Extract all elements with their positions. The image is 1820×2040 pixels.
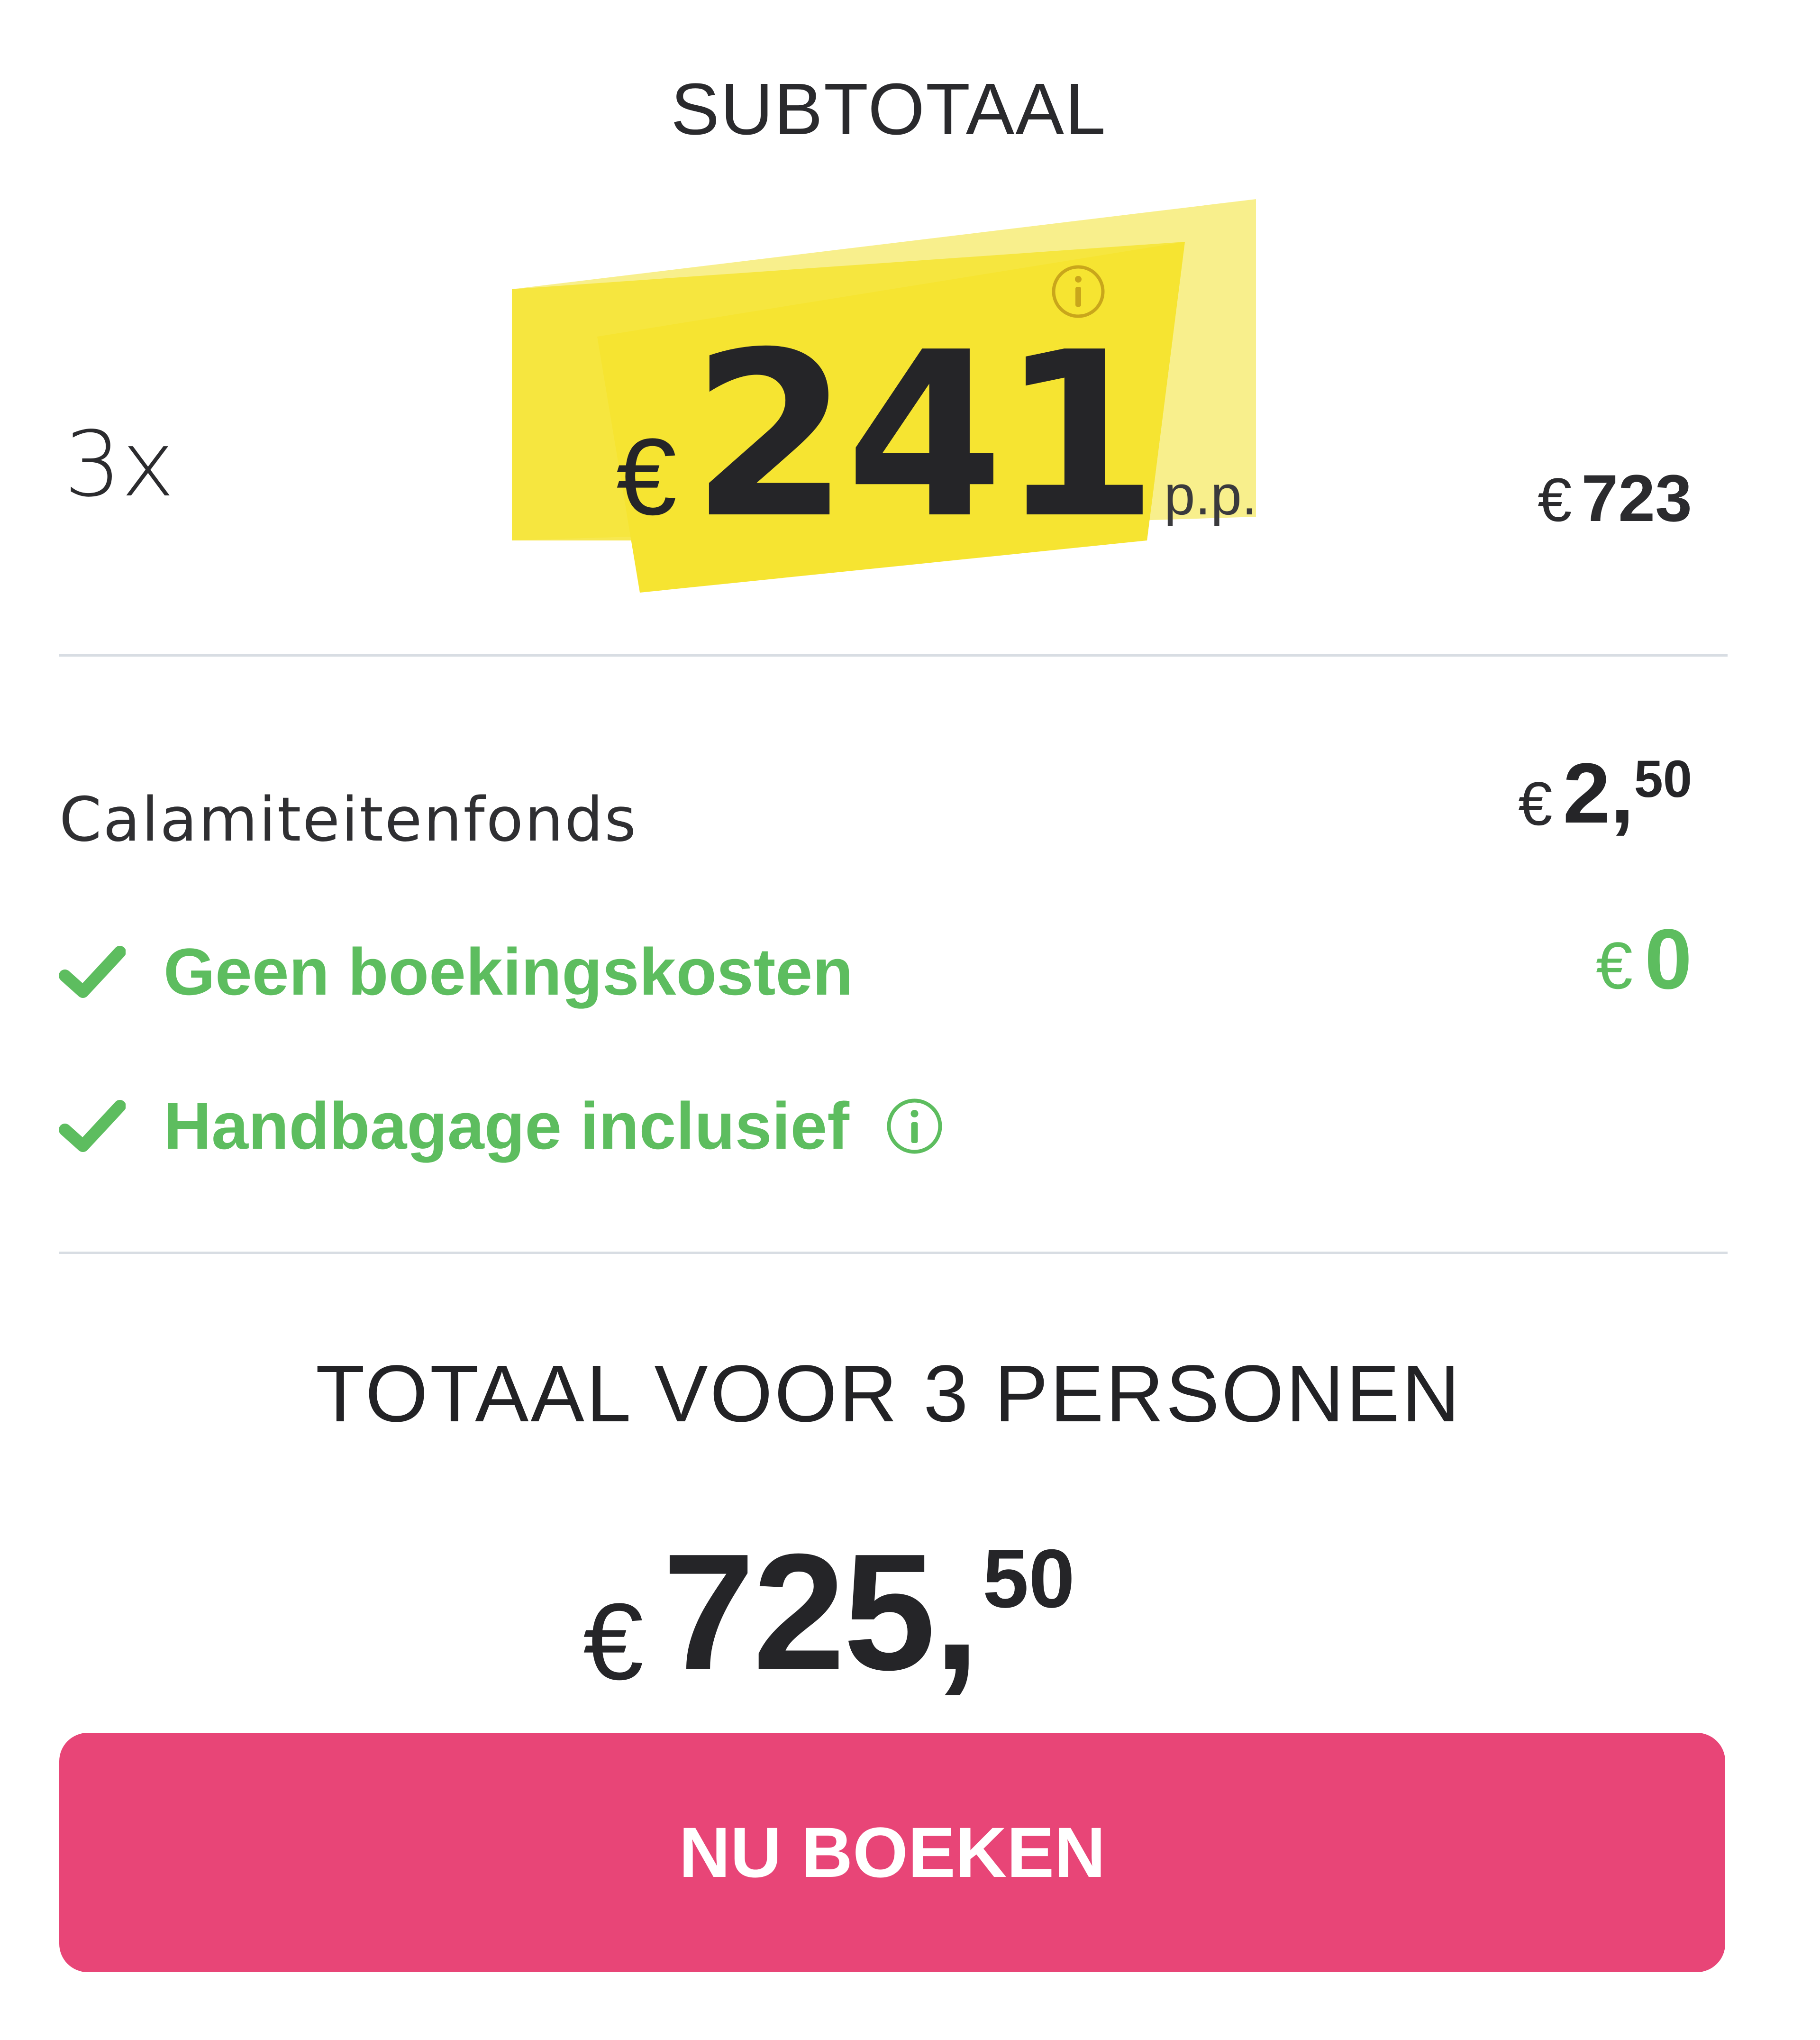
- price-per-person: € 241 p.p.: [616, 303, 1257, 568]
- currency-symbol: €: [616, 416, 677, 538]
- calamity-fund-label: Calamiteitenfonds: [59, 785, 638, 855]
- book-now-button[interactable]: NU BOEKEN: [59, 1733, 1725, 1972]
- subtotal-amount: 723: [1581, 461, 1692, 535]
- currency-symbol: €: [1518, 769, 1553, 838]
- booking-costs-label: Geen boekingskosten: [164, 934, 853, 1009]
- booking-costs-price: € 0: [1596, 910, 1692, 1008]
- currency-symbol: €: [1538, 465, 1572, 534]
- calamity-fund-price: € 2, 50: [1518, 744, 1692, 842]
- currency-symbol: €: [1596, 928, 1633, 1003]
- total-integer: 725,: [662, 1519, 980, 1705]
- currency-symbol: €: [583, 1581, 644, 1702]
- total-heading: TOTAAL VOOR 3 PERSONEN: [315, 1349, 1462, 1439]
- total-price: € 725, 50: [583, 1517, 1075, 1708]
- booking-costs-amount: 0: [1644, 912, 1692, 1007]
- hand-luggage-row: Handbagage inclusief: [59, 1083, 944, 1169]
- total-decimal: 50: [983, 1533, 1075, 1625]
- calamity-fund-decimal: 50: [1634, 750, 1692, 808]
- hand-luggage-label: Handbagage inclusief: [164, 1089, 849, 1163]
- info-icon[interactable]: [885, 1097, 944, 1156]
- subtotal-line-total: € 723: [1538, 460, 1692, 537]
- per-person-suffix: p.p.: [1164, 464, 1257, 527]
- price-per-person-amount: 241: [691, 303, 1158, 568]
- check-icon: [59, 1100, 126, 1152]
- divider: [59, 1252, 1728, 1254]
- quantity-label: 3x: [64, 412, 175, 517]
- booking-costs-row: Geen boekingskosten: [59, 929, 853, 1015]
- check-icon: [59, 946, 126, 998]
- divider: [59, 654, 1728, 657]
- subtotal-heading: SUBTOTAAL: [671, 68, 1107, 150]
- calamity-fund-integer: 2,: [1563, 746, 1634, 841]
